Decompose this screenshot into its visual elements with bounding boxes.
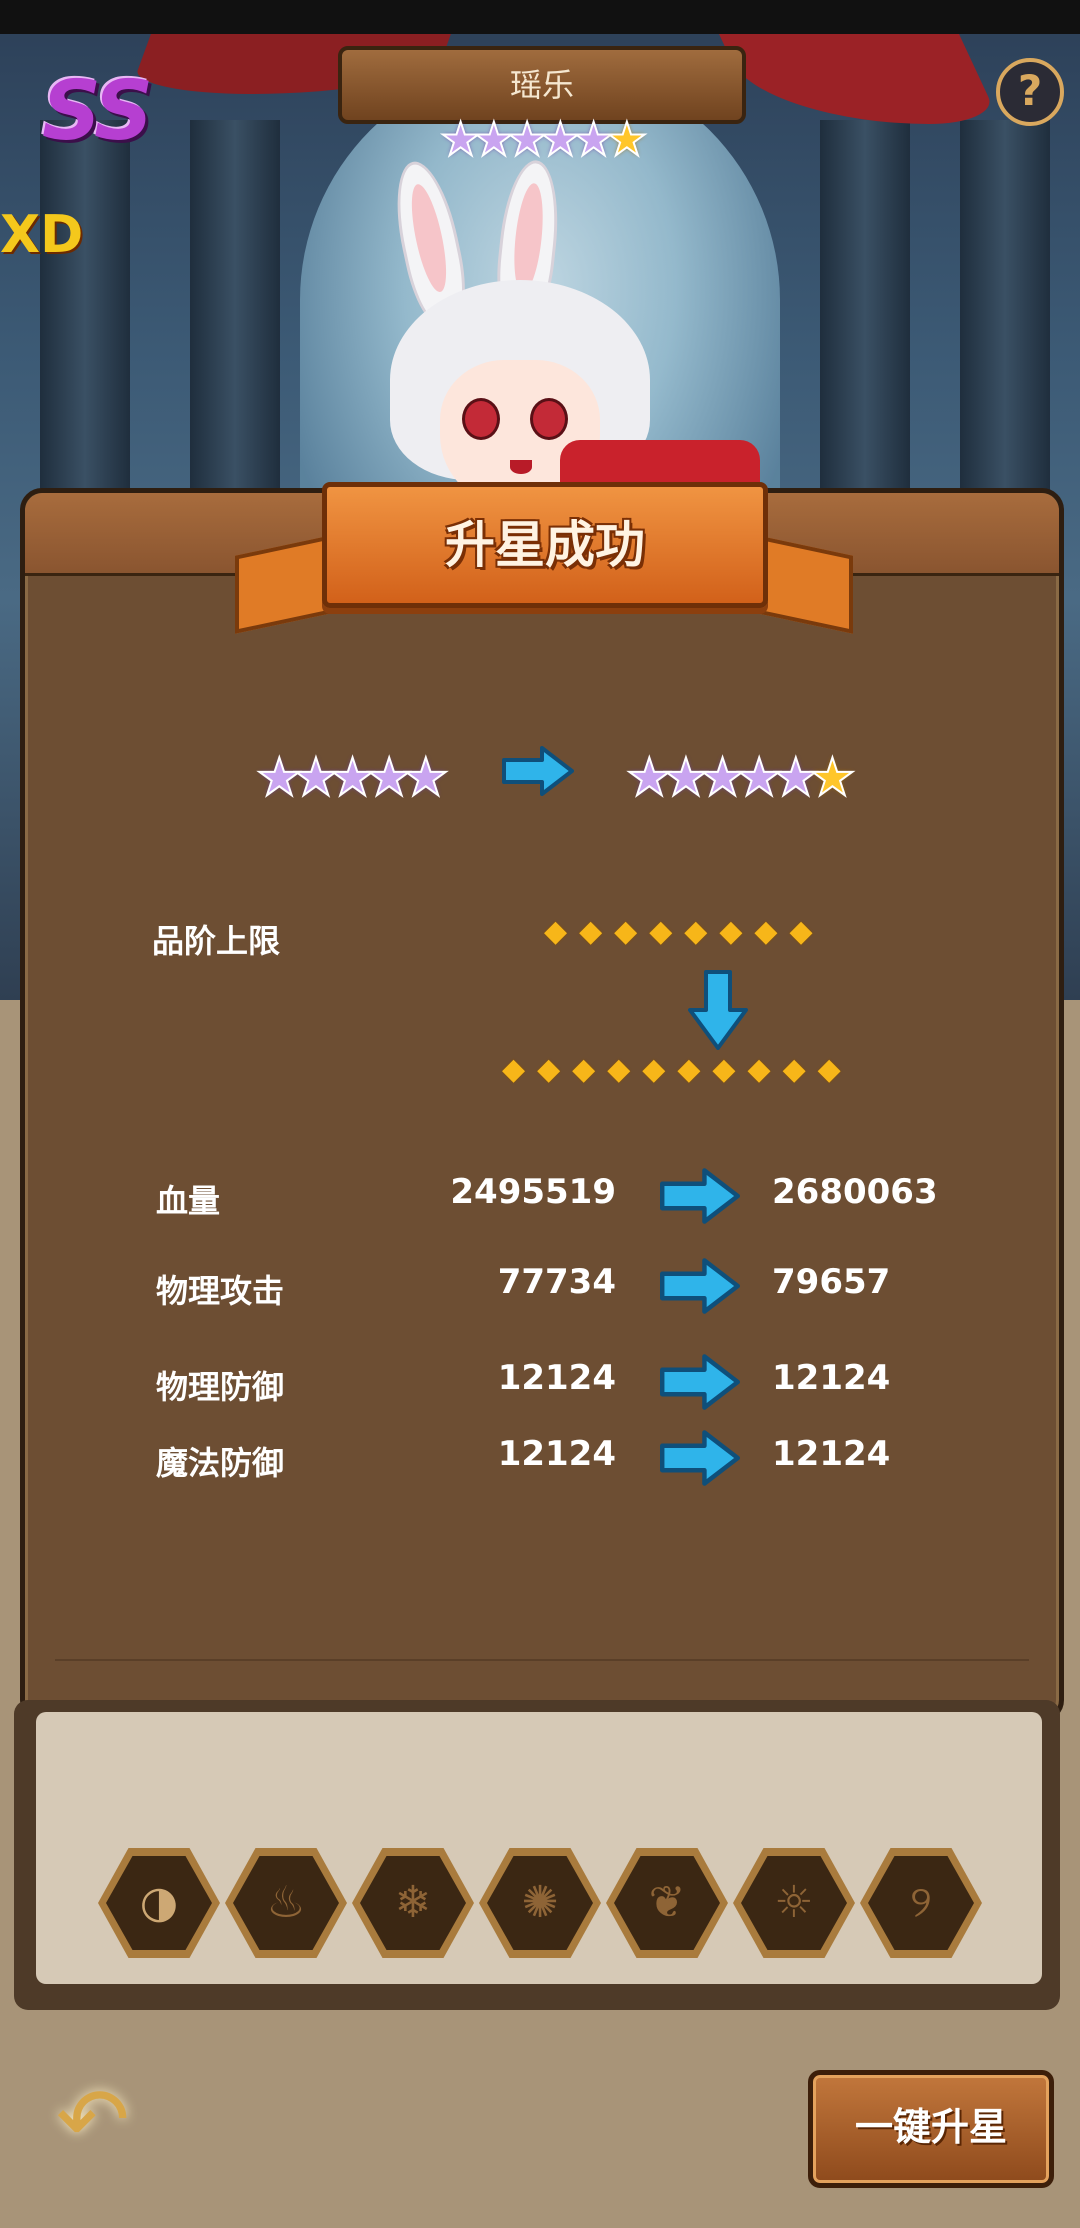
stat-value-before: 2495519 <box>450 1172 616 1212</box>
upgrade-success-banner: 升星成功 <box>322 482 768 608</box>
stat-label: 魔法防御 <box>156 1444 285 1482</box>
one-key-upgrade-button[interactable]: 一键升星 <box>808 2070 1054 2188</box>
stat-value-after: 79657 <box>772 1262 891 1302</box>
grade-diamonds-after: ◆◆◆◆◆◆◆◆◆◆ <box>502 1052 853 1087</box>
arrow-right-icon <box>660 1258 740 1314</box>
status-strip <box>0 0 1080 34</box>
stat-value-before: 12124 <box>497 1434 616 1474</box>
stat-label: 血量 <box>156 1182 221 1220</box>
arrow-right-icon <box>502 746 574 796</box>
back-arrow-icon[interactable]: ↶ <box>56 2076 166 2164</box>
dark-element-icon: ୨ <box>868 1856 974 1950</box>
hero-rank-label: SS <box>42 64 153 159</box>
purple-stars: ★★★★★ <box>255 747 450 809</box>
fire-element-icon: ♨ <box>233 1856 339 1950</box>
stat-value-after: 12124 <box>772 1358 891 1398</box>
side-text: XD <box>0 205 84 265</box>
help-button[interactable]: ? <box>996 58 1064 126</box>
stars-before: ★★★★★ <box>255 747 450 809</box>
red-drape <box>719 34 1001 124</box>
arrow-right-icon <box>660 1354 740 1410</box>
panel-divider <box>55 1659 1029 1661</box>
stat-value-before: 12124 <box>497 1358 616 1398</box>
grade-cap-label: 品阶上限 <box>152 922 281 960</box>
purple-stars: ★★★★★ <box>625 747 820 809</box>
hero-star-rating: ★★★★★★ <box>439 111 649 167</box>
stars-after: ★★★★★★ <box>625 747 857 809</box>
grade-diamonds-before: ◆◆◆◆◆◆◆◆ <box>544 914 825 949</box>
arrow-right-icon <box>660 1430 740 1486</box>
stat-value-before: 77734 <box>497 1262 616 1302</box>
stat-label: 物理防御 <box>156 1368 285 1406</box>
stat-value-after: 2680063 <box>772 1172 938 1212</box>
stat-value-after: 12124 <box>772 1434 891 1474</box>
wind-element-icon: ✺ <box>487 1856 593 1950</box>
arrow-right-icon <box>660 1168 740 1224</box>
all-element-icon: ◑ <box>106 1856 212 1950</box>
upgrade-result-panel <box>20 488 1064 1722</box>
light-element-icon: ☼ <box>741 1856 847 1950</box>
ice-element-icon: ❄ <box>360 1856 466 1950</box>
gold-star: ★ <box>808 747 857 809</box>
hero-portrait <box>360 155 760 520</box>
stat-label: 物理攻击 <box>156 1272 285 1310</box>
hero-name: 瑶乐 <box>509 66 574 104</box>
nature-element-icon: ❦ <box>614 1856 720 1950</box>
arrow-down-icon <box>688 970 748 1050</box>
